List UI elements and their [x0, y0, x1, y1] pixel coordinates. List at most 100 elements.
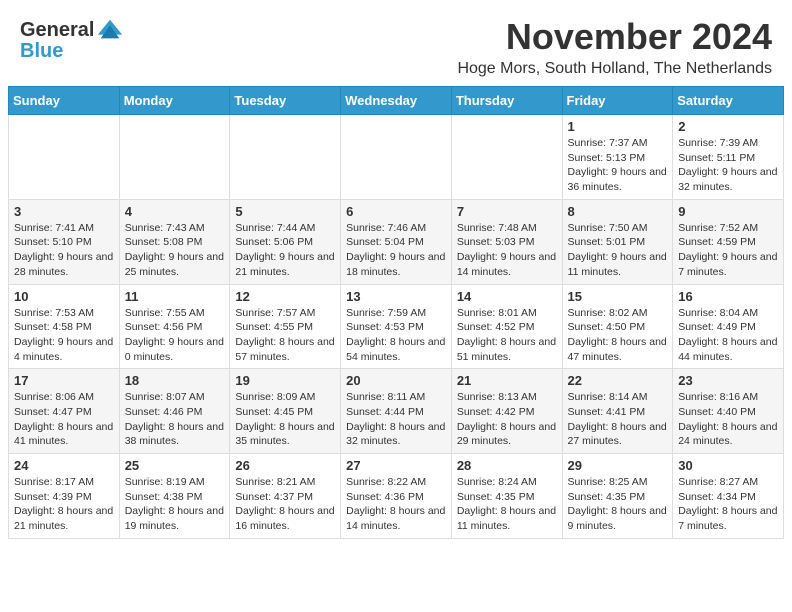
- calendar-body: 1 Sunrise: 7:37 AM Sunset: 5:13 PM Daylig…: [9, 115, 784, 539]
- day-number: 4: [125, 204, 225, 219]
- day-number: 18: [125, 373, 225, 388]
- calendar-cell: 15 Sunrise: 8:02 AM Sunset: 4:50 PM Dayli…: [562, 284, 673, 369]
- day-number: 15: [568, 289, 668, 304]
- day-info: Sunrise: 7:48 AM Sunset: 5:03 PM Dayligh…: [457, 221, 557, 280]
- calendar-cell: 19 Sunrise: 8:09 AM Sunset: 4:45 PM Dayli…: [230, 369, 341, 454]
- calendar-cell: 23 Sunrise: 8:16 AM Sunset: 4:40 PM Dayli…: [673, 369, 784, 454]
- calendar-cell: [119, 115, 230, 200]
- day-number: 26: [235, 458, 335, 473]
- day-info: Sunrise: 7:57 AM Sunset: 4:55 PM Dayligh…: [235, 306, 335, 365]
- calendar-week-5: 24 Sunrise: 8:17 AM Sunset: 4:39 PM Dayli…: [9, 454, 784, 539]
- day-info: Sunrise: 8:16 AM Sunset: 4:40 PM Dayligh…: [678, 390, 778, 449]
- logo-text: General: [20, 19, 94, 41]
- day-number: 14: [457, 289, 557, 304]
- calendar-cell: 29 Sunrise: 8:25 AM Sunset: 4:35 PM Dayli…: [562, 454, 673, 539]
- day-info: Sunrise: 8:02 AM Sunset: 4:50 PM Dayligh…: [568, 306, 668, 365]
- day-info: Sunrise: 8:06 AM Sunset: 4:47 PM Dayligh…: [14, 390, 114, 449]
- calendar-header: Sunday Monday Tuesday Wednesday Thursday…: [9, 87, 784, 115]
- header: General Blue November 2024 Hoge Mors, So…: [0, 0, 792, 86]
- calendar-cell: 13 Sunrise: 7:59 AM Sunset: 4:53 PM Dayli…: [341, 284, 452, 369]
- header-friday: Friday: [562, 87, 673, 115]
- calendar-week-3: 10Sunrise: 7:53 AM Sunset: 4:58 PM Dayli…: [9, 284, 784, 369]
- calendar-cell: 27 Sunrise: 8:22 AM Sunset: 4:36 PM Dayli…: [341, 454, 452, 539]
- calendar-cell: [230, 115, 341, 200]
- weekday-header-row: Sunday Monday Tuesday Wednesday Thursday…: [9, 87, 784, 115]
- day-number: 8: [568, 204, 668, 219]
- calendar-cell: 30 Sunrise: 8:27 AM Sunset: 4:34 PM Dayli…: [673, 454, 784, 539]
- calendar-cell: 24 Sunrise: 8:17 AM Sunset: 4:39 PM Dayli…: [9, 454, 120, 539]
- month-title: November 2024: [457, 16, 772, 58]
- day-info: Sunrise: 7:50 AM Sunset: 5:01 PM Dayligh…: [568, 221, 668, 280]
- day-info: Sunrise: 8:27 AM Sunset: 4:34 PM Dayligh…: [678, 475, 778, 534]
- day-info: Sunrise: 7:52 AM Sunset: 4:59 PM Dayligh…: [678, 221, 778, 280]
- calendar-cell: [9, 115, 120, 200]
- calendar-cell: [341, 115, 452, 200]
- calendar-cell: 21 Sunrise: 8:13 AM Sunset: 4:42 PM Dayli…: [451, 369, 562, 454]
- calendar-cell: 25 Sunrise: 8:19 AM Sunset: 4:38 PM Dayli…: [119, 454, 230, 539]
- day-info: Sunrise: 7:55 AM Sunset: 4:56 PM Dayligh…: [125, 306, 225, 365]
- calendar-cell: 4 Sunrise: 7:43 AM Sunset: 5:08 PM Daylig…: [119, 199, 230, 284]
- calendar-cell: 20 Sunrise: 8:11 AM Sunset: 4:44 PM Dayli…: [341, 369, 452, 454]
- day-info: Sunrise: 8:09 AM Sunset: 4:45 PM Dayligh…: [235, 390, 335, 449]
- calendar-cell: 10Sunrise: 7:53 AM Sunset: 4:58 PM Dayli…: [9, 284, 120, 369]
- day-number: 7: [457, 204, 557, 219]
- day-number: 19: [235, 373, 335, 388]
- calendar-cell: 1 Sunrise: 7:37 AM Sunset: 5:13 PM Daylig…: [562, 115, 673, 200]
- calendar-week-4: 17Sunrise: 8:06 AM Sunset: 4:47 PM Dayli…: [9, 369, 784, 454]
- day-number: 1: [568, 119, 668, 134]
- calendar-cell: 18Sunrise: 8:07 AM Sunset: 4:46 PM Dayli…: [119, 369, 230, 454]
- calendar-cell: 9 Sunrise: 7:52 AM Sunset: 4:59 PM Daylig…: [673, 199, 784, 284]
- day-number: 25: [125, 458, 225, 473]
- day-info: Sunrise: 8:19 AM Sunset: 4:38 PM Dayligh…: [125, 475, 225, 534]
- header-monday: Monday: [119, 87, 230, 115]
- day-info: Sunrise: 8:04 AM Sunset: 4:49 PM Dayligh…: [678, 306, 778, 365]
- day-number: 20: [346, 373, 446, 388]
- calendar-cell: 3Sunrise: 7:41 AM Sunset: 5:10 PM Daylig…: [9, 199, 120, 284]
- day-info: Sunrise: 7:37 AM Sunset: 5:13 PM Dayligh…: [568, 136, 668, 195]
- day-number: 2: [678, 119, 778, 134]
- header-saturday: Saturday: [673, 87, 784, 115]
- logo: General Blue: [20, 16, 124, 63]
- day-info: Sunrise: 7:43 AM Sunset: 5:08 PM Dayligh…: [125, 221, 225, 280]
- day-number: 23: [678, 373, 778, 388]
- day-number: 13: [346, 289, 446, 304]
- day-info: Sunrise: 7:39 AM Sunset: 5:11 PM Dayligh…: [678, 136, 778, 195]
- day-number: 29: [568, 458, 668, 473]
- day-info: Sunrise: 8:01 AM Sunset: 4:52 PM Dayligh…: [457, 306, 557, 365]
- logo-general: General: [20, 19, 94, 41]
- day-info: Sunrise: 8:14 AM Sunset: 4:41 PM Dayligh…: [568, 390, 668, 449]
- title-area: November 2024 Hoge Mors, South Holland, …: [457, 16, 772, 78]
- day-number: 21: [457, 373, 557, 388]
- day-info: Sunrise: 8:24 AM Sunset: 4:35 PM Dayligh…: [457, 475, 557, 534]
- calendar-cell: 6Sunrise: 7:46 AM Sunset: 5:04 PM Daylig…: [341, 199, 452, 284]
- logo-icon: [96, 16, 124, 44]
- day-info: Sunrise: 7:46 AM Sunset: 5:04 PM Dayligh…: [346, 221, 446, 280]
- day-number: 9: [678, 204, 778, 219]
- day-number: 22: [568, 373, 668, 388]
- calendar-cell: 17Sunrise: 8:06 AM Sunset: 4:47 PM Dayli…: [9, 369, 120, 454]
- calendar-cell: 14 Sunrise: 8:01 AM Sunset: 4:52 PM Dayli…: [451, 284, 562, 369]
- day-number: 16: [678, 289, 778, 304]
- day-info: Sunrise: 7:44 AM Sunset: 5:06 PM Dayligh…: [235, 221, 335, 280]
- day-number: 3: [14, 204, 114, 219]
- day-info: Sunrise: 7:59 AM Sunset: 4:53 PM Dayligh…: [346, 306, 446, 365]
- day-number: 12: [235, 289, 335, 304]
- calendar-week-1: 1 Sunrise: 7:37 AM Sunset: 5:13 PM Daylig…: [9, 115, 784, 200]
- day-number: 24: [14, 458, 114, 473]
- day-info: Sunrise: 8:22 AM Sunset: 4:36 PM Dayligh…: [346, 475, 446, 534]
- day-number: 11: [125, 289, 225, 304]
- day-number: 27: [346, 458, 446, 473]
- day-number: 30: [678, 458, 778, 473]
- header-wednesday: Wednesday: [341, 87, 452, 115]
- day-info: Sunrise: 8:25 AM Sunset: 4:35 PM Dayligh…: [568, 475, 668, 534]
- day-number: 28: [457, 458, 557, 473]
- calendar-week-2: 3Sunrise: 7:41 AM Sunset: 5:10 PM Daylig…: [9, 199, 784, 284]
- location-title: Hoge Mors, South Holland, The Netherland…: [457, 60, 772, 78]
- header-tuesday: Tuesday: [230, 87, 341, 115]
- calendar-cell: 8 Sunrise: 7:50 AM Sunset: 5:01 PM Daylig…: [562, 199, 673, 284]
- day-info: Sunrise: 8:11 AM Sunset: 4:44 PM Dayligh…: [346, 390, 446, 449]
- day-number: 5: [235, 204, 335, 219]
- calendar-cell: 28 Sunrise: 8:24 AM Sunset: 4:35 PM Dayli…: [451, 454, 562, 539]
- day-info: Sunrise: 8:17 AM Sunset: 4:39 PM Dayligh…: [14, 475, 114, 534]
- day-info: Sunrise: 8:13 AM Sunset: 4:42 PM Dayligh…: [457, 390, 557, 449]
